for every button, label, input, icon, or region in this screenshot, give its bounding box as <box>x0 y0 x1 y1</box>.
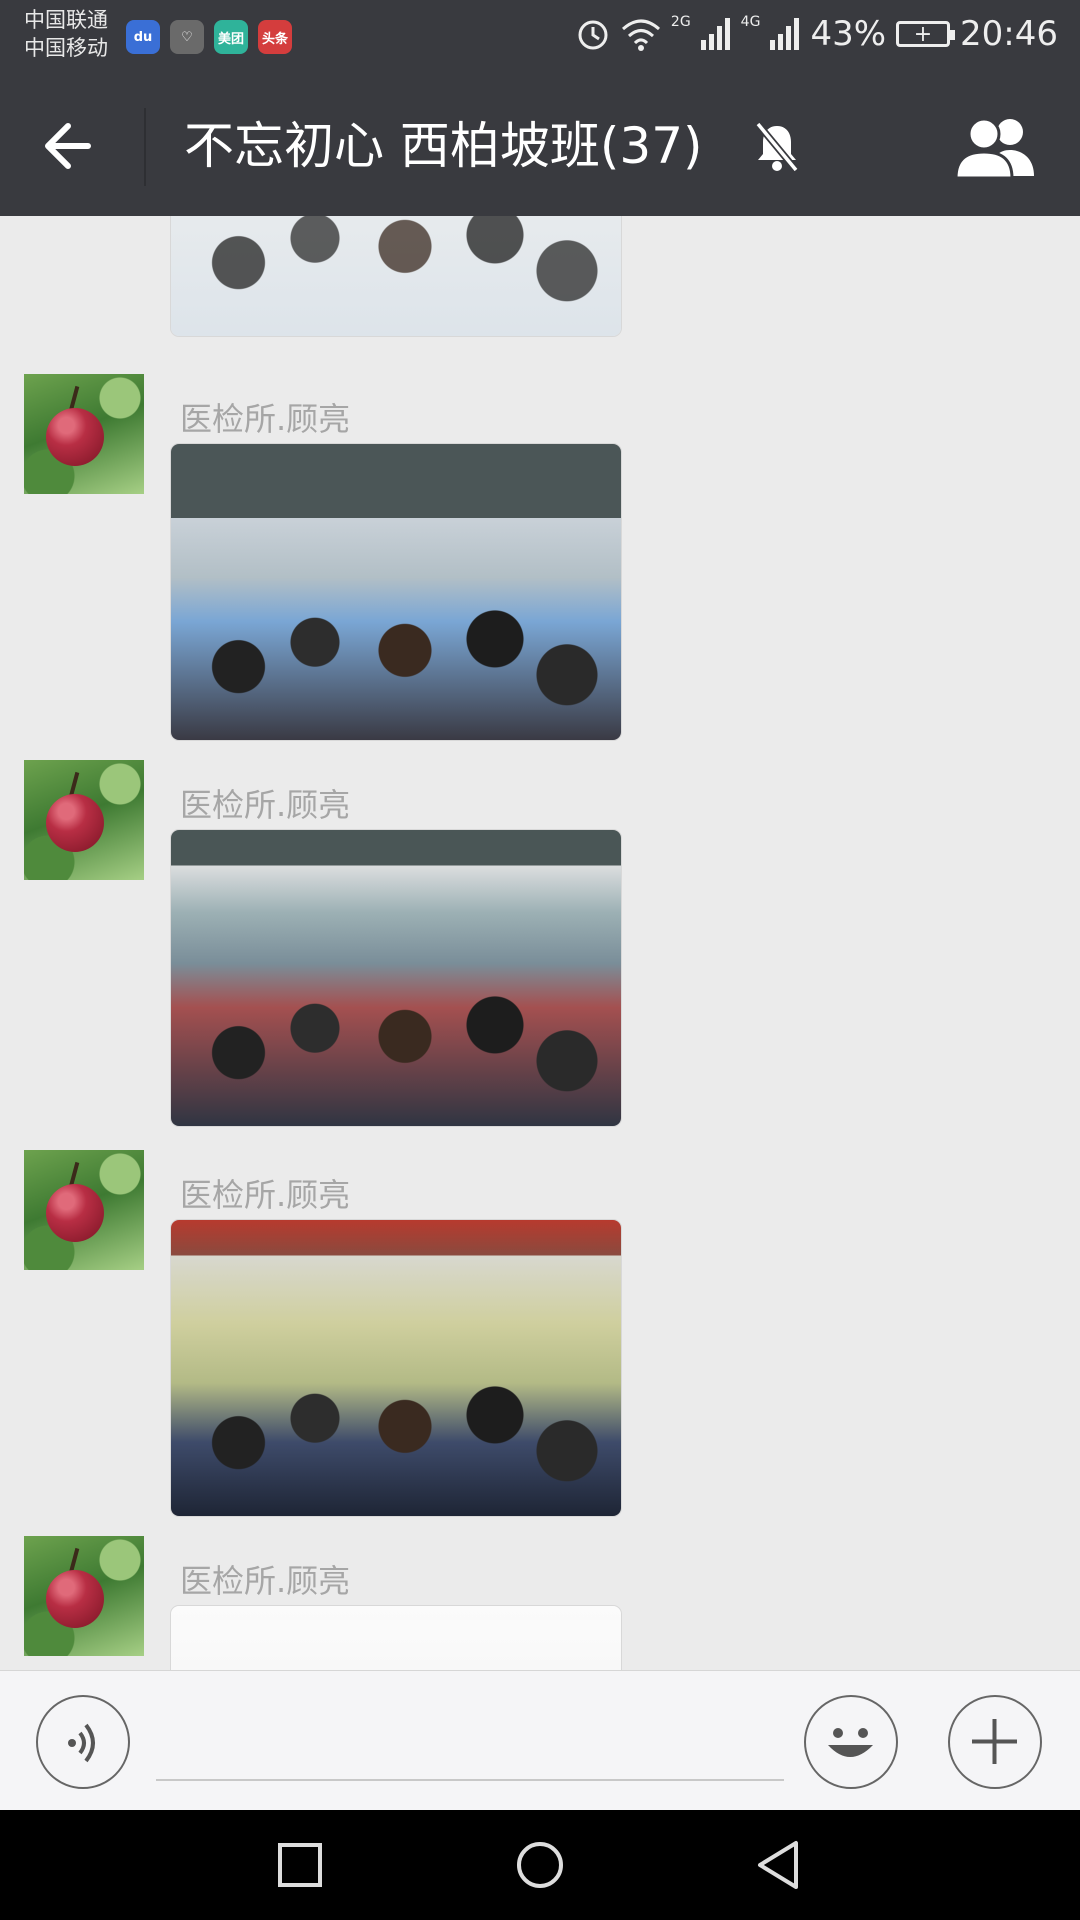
battery-charging-icon: + <box>896 21 956 47</box>
photo-content <box>171 216 621 336</box>
avatar[interactable] <box>24 1536 144 1656</box>
carrier-1: 中国联通 <box>24 8 108 32</box>
chat-title: 不忘初心 西柏坡班(37) <box>184 117 703 175</box>
voice-icon <box>68 1723 95 1763</box>
health-icon: ♡ <box>170 20 204 54</box>
home-icon[interactable] <box>512 1837 568 1893</box>
photo <box>171 1220 621 1516</box>
status-bar: 中国联通 中国移动 du ♡ 美团 头条 2G 4G 43% + 20:46 <box>0 0 1080 76</box>
message-list[interactable]: 医检所.顾亮 医检所.顾亮 医检所.顾亮 医检所.顾亮 <box>0 216 1080 1670</box>
sender-name: 医检所.顾亮 <box>180 786 351 824</box>
alarm-icon <box>578 20 608 50</box>
photo-content <box>171 577 621 740</box>
image-message[interactable] <box>171 830 621 1126</box>
carrier-2: 中国移动 <box>24 36 108 60</box>
battery-percent: 43% <box>810 14 887 54</box>
carrier-names: 中国联通 中国移动 <box>24 6 108 62</box>
network-type-1: 2G <box>670 14 691 30</box>
photo <box>171 216 621 336</box>
emoji-button[interactable] <box>804 1695 898 1789</box>
sender-name: 医检所.顾亮 <box>180 400 351 438</box>
baidu-icon: du <box>126 20 160 54</box>
mute-bell-icon <box>755 121 799 173</box>
sender-name: 医检所.顾亮 <box>180 1562 351 1600</box>
more-functions-button[interactable] <box>948 1695 1042 1789</box>
sender-name: 医检所.顾亮 <box>180 1176 351 1214</box>
header-divider <box>144 108 146 186</box>
signal-icon <box>700 18 730 50</box>
avatar[interactable] <box>24 760 144 880</box>
group-members-icon[interactable] <box>954 114 1038 180</box>
chat-input-bar <box>0 1670 1080 1811</box>
photo-content <box>171 963 621 1126</box>
image-message[interactable] <box>171 1606 621 1670</box>
image-message[interactable] <box>171 444 621 740</box>
photo <box>171 444 621 740</box>
wifi-icon <box>621 19 660 51</box>
plus-icon <box>972 1719 1017 1764</box>
clock: 20:46 <box>960 14 1058 54</box>
emoji-icon <box>828 1728 873 1757</box>
system-navigation-bar <box>0 1810 1080 1920</box>
back-triangle-icon[interactable] <box>752 1837 808 1893</box>
image-message[interactable] <box>171 216 621 336</box>
avatar[interactable] <box>24 374 144 494</box>
voice-input-button[interactable] <box>36 1695 130 1789</box>
toutiao-icon: 头条 <box>258 20 292 54</box>
photo <box>171 1606 621 1670</box>
notification-icons: du ♡ 美团 头条 <box>126 20 292 54</box>
network-type-2: 4G <box>740 14 761 30</box>
recent-apps-icon[interactable] <box>272 1837 328 1893</box>
meituan-icon: 美团 <box>214 20 248 54</box>
message-input[interactable] <box>156 1691 784 1781</box>
photo-content <box>171 1353 621 1516</box>
signal-icon <box>770 18 800 50</box>
status-indicators: 2G 4G 43% + 20:46 <box>575 14 1058 54</box>
image-message[interactable] <box>171 1220 621 1516</box>
chat-header: 不忘初心 西柏坡班(37) <box>0 76 1080 216</box>
avatar[interactable] <box>24 1150 144 1270</box>
photo <box>171 830 621 1126</box>
back-arrow-icon[interactable] <box>40 116 100 176</box>
